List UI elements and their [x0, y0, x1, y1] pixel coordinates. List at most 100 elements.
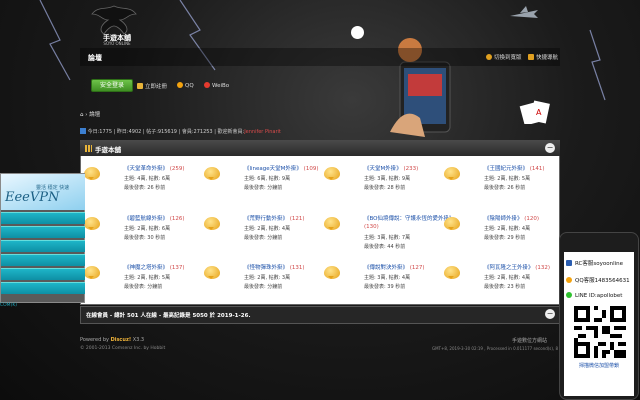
home-icon[interactable]: ⌂	[80, 112, 84, 118]
forum-panel-title: 手遊本舖	[95, 146, 121, 154]
forum-item[interactable]: 《怪物彈珠外掛》 (131) 主題: 2萬, 帖數: 3萬最後發表: 分鐘前	[204, 264, 322, 312]
footer-site-link[interactable]: 手遊數位方網站	[512, 337, 547, 344]
members-count: 271253	[193, 129, 213, 135]
forum-stats-line: 主題: 2萬, 帖數: 4萬	[244, 226, 291, 232]
forum-name[interactable]: 《荒野行動外掛》	[244, 216, 288, 222]
register-link[interactable]: 立即註冊	[137, 82, 167, 90]
forum-stats-line: 主題: 2萬, 帖數: 6萬	[124, 226, 171, 232]
vpn-ad-row[interactable]	[1, 226, 85, 238]
yesterday-count: 4902	[128, 129, 142, 135]
logo-subtitle: SOYO ONLINE	[103, 41, 131, 46]
qq-icon	[177, 82, 183, 88]
forum-last-post[interactable]: 最後發表: 分鐘前	[244, 185, 324, 192]
vpn-ad-row[interactable]	[1, 212, 85, 224]
nav-icon	[528, 54, 534, 60]
copyright: © 2001-2013 Comsenz Inc. by Hobbit	[80, 346, 166, 351]
forum-item[interactable]: 《BO仙境傳說：守護永恆的愛外掛》 (130) 主題: 3萬, 帖數: 7萬 最後發…	[324, 215, 455, 263]
forum-stats-line: 主題: 2萬, 帖數: 5萬	[124, 275, 171, 281]
forum-last-post[interactable]: 最後發表: 39 秒前	[364, 284, 444, 291]
forum-today-count: (120)	[524, 216, 540, 222]
weibo-login-link[interactable]: WeiBo	[204, 82, 229, 89]
forum-last-post[interactable]: 最後發表: 28 秒前	[364, 185, 444, 192]
collapse-icon[interactable]: −	[545, 143, 555, 153]
qq-login-link[interactable]: QQ	[177, 82, 194, 89]
switch-style-link[interactable]: 切換到寬版	[486, 53, 522, 61]
forum-name[interactable]: 《碧藍航線外掛》	[124, 216, 168, 222]
forum-bubble-icon	[444, 217, 460, 230]
forum-last-post[interactable]: 最後發表: 26 秒前	[484, 185, 564, 192]
weibo-label: WeiBo	[212, 83, 230, 89]
weibo-icon	[204, 82, 210, 88]
forum-title[interactable]: 《王國紀元外掛》 (141)	[484, 165, 584, 173]
forum-today-count: (131)	[289, 265, 305, 271]
forum-last-post[interactable]: 最後發表: 分鐘前	[244, 235, 324, 242]
new-member-link[interactable]: Jennifer Pinarit	[244, 129, 281, 135]
line-icon	[566, 292, 572, 298]
forum-last-post[interactable]: 最後發表: 分鐘前	[244, 284, 324, 291]
forum-bubble-icon	[324, 217, 340, 230]
forum-last-post[interactable]: 最後發表: 29 秒前	[484, 235, 564, 242]
vpn-ad-row[interactable]	[1, 268, 85, 280]
quick-nav-link[interactable]: 快捷導航	[528, 53, 558, 61]
forum-nav-title[interactable]: 論壇	[88, 53, 102, 63]
forum-name[interactable]: 《天堂M外掛》	[364, 166, 402, 172]
forum-last-post[interactable]: 最後發表: 44 秒前	[364, 244, 444, 251]
forum-item[interactable]: 《傳說對決外掛》 (127) 主題: 3萬, 帖數: 4萬最後發表: 39 秒前	[324, 264, 442, 312]
forum-name[interactable]: 《阿瓦隆之王外掛》	[484, 265, 534, 271]
soccer-ball-icon	[351, 26, 364, 39]
forum-name[interactable]: 《傳說對決外掛》	[364, 265, 408, 271]
forum-name[interactable]: 《lineage天堂M外掛》	[244, 166, 302, 172]
forum-last-post[interactable]: 最後發表: 26 秒前	[124, 185, 204, 192]
forum-stats-line: 主題: 2萬, 帖數: 3萬	[244, 275, 291, 281]
forum-stats-line: 主題: 3萬, 帖數: 4萬	[364, 275, 411, 281]
forum-bubble-icon	[444, 266, 460, 279]
online-summary[interactable]: 在線會員 - 總計 501 人在線 - 最高記錄是 5050 於 2019-1-…	[86, 311, 251, 319]
breadcrumb-forum[interactable]: 論壇	[89, 112, 100, 118]
scan-hint[interactable]: 掃描微信加盟帶鎖	[566, 362, 632, 369]
forum-bubble-icon	[204, 217, 220, 230]
forum-bubble-icon	[204, 167, 220, 180]
online-collapse-icon[interactable]: −	[545, 309, 555, 319]
forum-name[interactable]: 《神魔之塔外掛》	[124, 265, 168, 271]
forum-name[interactable]: 《怪物彈珠外掛》	[244, 265, 288, 271]
today-count: 1775	[99, 129, 113, 135]
forum-item[interactable]: 《天堂革命外掛》 (259) 主題: 4萬, 帖數: 6萬 最後發表: 26 秒前	[84, 165, 202, 213]
qq-label: QQ	[185, 83, 194, 89]
line-label: LINE ID:apollobet	[575, 293, 623, 299]
vpn-ad-row[interactable]	[1, 240, 85, 252]
forum-last-post[interactable]: 最後發表: 30 秒前	[124, 235, 204, 242]
rc-icon	[566, 260, 572, 266]
members-label: 會員:	[181, 129, 194, 135]
forum-item[interactable]: 《阿瓦隆之王外掛》 (132) 主題: 2萬, 帖數: 4萬 最後發表: 23 秒前	[444, 264, 562, 312]
forum-item[interactable]: 《天堂M外掛》 (233) 主題: 3萬, 帖數: 9萬 最後發表: 28 秒前	[324, 165, 442, 213]
forum-item[interactable]: 《lineage天堂M外掛》 (109) 主題: 6萬, 帖數: 9萬 最後發表: …	[204, 165, 322, 213]
vpn-ad-row[interactable]	[1, 254, 85, 266]
forum-last-post[interactable]: 最後發表: 23 秒前	[484, 284, 564, 291]
forum-item[interactable]: 《陰陽師外掛》 (120) 主題: 2萬, 帖數: 4萬最後發表: 29 秒前	[444, 215, 562, 263]
forum-name[interactable]: 《天堂革命外掛》	[124, 166, 168, 172]
forum-today-count: (137)	[169, 265, 185, 271]
discuz-link[interactable]: Discuz!	[111, 337, 132, 343]
forum-item[interactable]: 《神魔之塔外掛》 (137) 主題: 2萬, 帖數: 5萬最後發表: 分鐘前	[84, 264, 202, 312]
line-contact[interactable]: LINE ID:apollobet	[566, 292, 622, 299]
forum-item[interactable]: 《荒野行動外掛》 (121) 主題: 2萬, 帖數: 4萬 最後發表: 分鐘前	[204, 215, 322, 263]
breadcrumb: ⌂ › 論壇	[80, 112, 101, 118]
forum-today-count: (126)	[169, 216, 185, 222]
forum-name[interactable]: 《BO仙境傳說：守護永恆的愛外掛》	[364, 216, 455, 222]
forum-title[interactable]: 《陰陽師外掛》 (120)	[484, 215, 584, 223]
today-label: 今日:	[87, 129, 100, 135]
yesterday-label: 昨日:	[116, 129, 129, 135]
vpn-ad-row[interactable]	[1, 282, 85, 294]
playing-cards-art: A	[519, 100, 550, 124]
forum-name[interactable]: 《陰陽師外掛》	[484, 216, 523, 222]
forum-today-count: (127)	[409, 265, 425, 271]
forum-name[interactable]: 《王國紀元外掛》	[484, 166, 528, 172]
forum-item[interactable]: 《碧藍航線外掛》 (126) 主題: 2萬, 帖數: 6萬最後發表: 30 秒前	[84, 215, 202, 263]
forum-last-post[interactable]: 最後發表: 分鐘前	[124, 284, 204, 291]
qq-penguin-icon	[566, 277, 572, 283]
forum-stats-line: 主題: 2萬, 帖數: 4萬	[484, 226, 531, 232]
login-button[interactable]: 安全登录	[91, 79, 133, 92]
rc-contact[interactable]: RC客服soyoonline	[566, 259, 623, 267]
qq-contact[interactable]: QQ客服1483564631	[566, 276, 630, 284]
forum-item[interactable]: 《王國紀元外掛》 (141) 主題: 2萬, 帖數: 5萬 最後發表: 26 秒前	[444, 165, 562, 213]
